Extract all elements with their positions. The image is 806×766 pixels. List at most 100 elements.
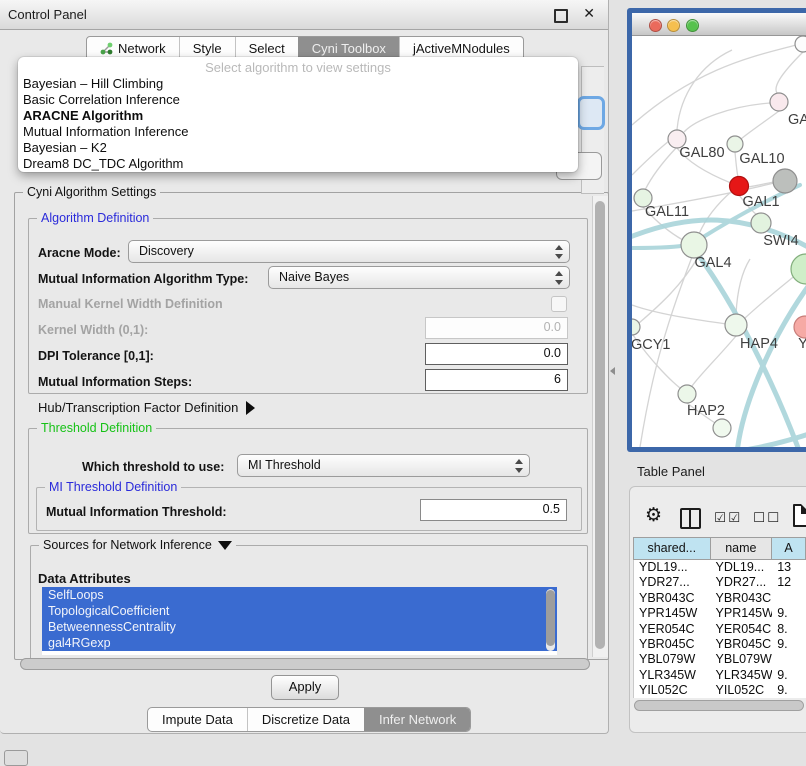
manual-kernel-label: Manual Kernel Width Definition [38,297,223,311]
cell: YPR145W [634,606,711,621]
algorithm-option[interactable]: Mutual Information Inference [18,124,578,140]
algorithm-option[interactable]: Dream8 DC_TDC Algorithm [18,156,578,172]
mi-type-combobox[interactable]: Naive Bayes [268,266,570,289]
node-label: HAP2 [687,403,725,419]
tab-impute-data[interactable]: Impute Data [148,708,247,731]
algorithm-option[interactable]: Bayesian – K2 [18,140,578,156]
table-row[interactable]: YIL052CYIL052C9. [634,683,806,698]
select-all-checkboxes-icon[interactable]: ☑☑ [714,510,742,526]
attribute-item[interactable]: BetweennessCentrality [42,619,557,635]
node-hap4[interactable] [725,314,747,336]
network-canvas[interactable]: GAL GAL80 GAL10 GAL1 GAL11 SWI4 GAL4 GCY… [632,35,806,447]
table-panel-title: Table Panel [637,464,705,479]
mi-steps-field[interactable]: 6 [425,369,568,391]
cell: YIL052C [634,683,711,698]
aracne-mode-combobox[interactable]: Discovery [128,240,570,263]
aracne-mode-label: Aracne Mode: [38,246,121,260]
attribute-item[interactable]: SelfLoops [42,587,557,603]
node-salmon[interactable] [794,316,806,338]
control-panel-window: Control Panel ✕ Network Style Select Cyn… [0,0,609,734]
close-traffic-light-icon[interactable] [649,19,662,32]
data-attributes-label: Data Attributes [38,571,131,586]
algorithm-option[interactable]: Basic Correlation Inference [18,92,578,108]
expand-right-icon[interactable] [246,401,255,415]
column-header-shared-name[interactable]: shared... [634,538,711,559]
dock-panel-icon[interactable] [4,750,28,766]
mi-type-label: Mutual Information Algorithm Type: [38,272,248,286]
close-window-icon[interactable]: ✕ [583,5,595,22]
node-gal1[interactable] [730,177,749,196]
cyni-bottom-tabs: Impute Data Discretize Data Infer Networ… [147,707,471,732]
network-view-window[interactable]: GAL GAL80 GAL10 GAL1 GAL11 SWI4 GAL4 GCY… [627,8,806,452]
settings-vscroll-thumb[interactable] [595,201,605,649]
node-label: GAL1 [742,194,779,210]
zoom-traffic-light-icon[interactable] [686,19,699,32]
mi-threshold-field[interactable]: 0.5 [420,499,567,521]
obscured-focused-combobox[interactable] [577,96,605,130]
node-label: GAL10 [739,151,784,167]
tab-style-label: Style [193,41,222,56]
table-row[interactable]: YLR345WYLR345W9. [634,668,806,683]
hub-definition-expander[interactable]: Hub/Transcription Factor Definition [38,400,255,415]
node-gal10[interactable] [727,136,743,152]
node-swi4[interactable] [751,213,771,233]
table-header-row: shared... name A [633,537,806,560]
tab-discretize-data[interactable]: Discretize Data [247,708,364,731]
manual-kernel-checkbox[interactable] [551,296,567,312]
gear-icon[interactable]: ⚙ [645,504,662,526]
node-hap2[interactable] [678,385,696,403]
algorithm-option-selected[interactable]: ARACNE Algorithm [18,108,578,124]
table-row[interactable]: YDR27...YDR27...12 [634,575,806,590]
table-horizontal-scrollbar[interactable] [634,700,804,711]
node-gal-cut[interactable] [770,93,788,111]
algorithm-option[interactable]: Bayesian – Hill Climbing [18,76,578,92]
mi-type-value: Naive Bayes [279,270,349,284]
table-row[interactable]: YBR045CYBR045C9. [634,637,806,652]
float-window-icon[interactable] [554,9,568,23]
cell: YDL19... [634,560,711,575]
column-header-name[interactable]: name [711,538,773,559]
cell [772,652,806,667]
attributes-scrollbar-thumb[interactable] [546,590,555,646]
node-bottom[interactable] [713,419,731,437]
kernel-width-field[interactable]: 0.0 [425,317,568,339]
document-icon[interactable] [793,504,806,527]
table-row[interactable]: YBR043CYBR043C [634,591,806,606]
table-row[interactable]: YBL079WYBL079W [634,652,806,667]
columns-icon[interactable] [680,508,701,529]
table-body[interactable]: YDL19...YDL19...13 YDR27...YDR27...12 YB… [633,560,806,698]
node-gray[interactable] [773,169,797,193]
cell: YBR045C [634,637,711,652]
collapse-down-icon[interactable] [218,541,232,550]
table-row[interactable]: YER054CYER054C8. [634,622,806,637]
cell: YBR043C [711,591,773,606]
attributes-scrollbar[interactable] [546,589,555,651]
cell: 9. [772,683,806,698]
deselect-all-checkboxes-icon[interactable]: ☐☐ [753,510,781,526]
node-big-green[interactable] [791,254,806,284]
attribute-item[interactable]: TopologicalCoefficient [42,603,557,619]
apply-button[interactable]: Apply [271,675,339,700]
which-threshold-combobox[interactable]: MI Threshold [237,454,530,477]
table-row[interactable]: YPR145WYPR145W9. [634,606,806,621]
cell: YER054C [634,622,711,637]
dpi-tolerance-field[interactable]: 0.0 [425,343,568,365]
settings-horizontal-scrollbar[interactable] [20,658,590,670]
node-gcy1[interactable] [632,319,640,335]
table-row[interactable]: YDL19...YDL19...13 [634,560,806,575]
cell: YER054C [711,622,773,637]
settings-hscroll-thumb[interactable] [20,658,590,670]
column-header-cut[interactable]: A [772,538,806,559]
minimize-traffic-light-icon[interactable] [667,19,680,32]
node-label: GAL11 [645,204,689,220]
mi-steps-label: Mutual Information Steps: [38,375,192,389]
settings-vertical-scrollbar[interactable] [592,196,608,657]
panel-resize-grip[interactable] [610,367,615,375]
node-top-partial[interactable] [795,36,806,52]
hub-definition-label: Hub/Transcription Factor Definition [38,400,238,415]
cell: YDR27... [634,575,711,590]
control-panel-titlebar[interactable]: Control Panel ✕ [0,0,608,30]
network-window-titlebar[interactable] [632,13,806,36]
tab-infer-network[interactable]: Infer Network [364,708,470,731]
attribute-item[interactable]: gal4RGexp [42,635,557,651]
